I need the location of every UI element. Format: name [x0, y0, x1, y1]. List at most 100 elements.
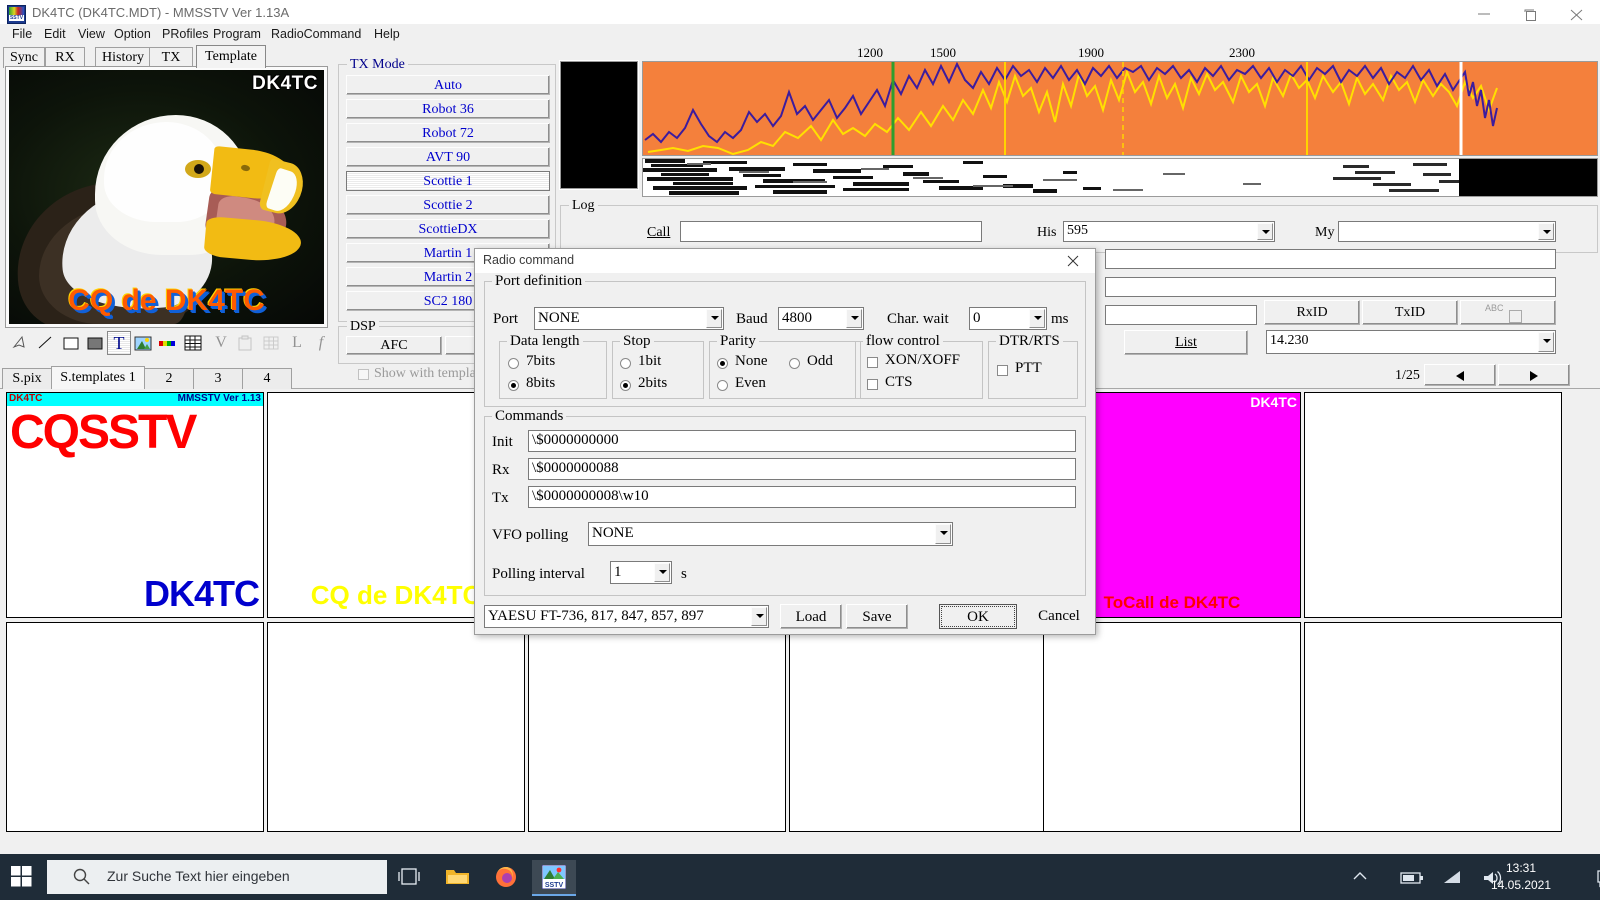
subtab-3[interactable]: 3: [193, 368, 243, 389]
ptt-checkbox[interactable]: [997, 365, 1008, 376]
show-with-template-checkbox[interactable]: [358, 369, 369, 380]
spectrum-display[interactable]: [642, 61, 1598, 156]
template-cell-6[interactable]: [1304, 392, 1562, 618]
template-cell-7[interactable]: [6, 622, 264, 832]
data-length-7bits-radio[interactable]: [508, 358, 519, 369]
text-icon[interactable]: T: [107, 331, 131, 355]
save-button[interactable]: Save: [846, 604, 908, 629]
txid-button[interactable]: TxID: [1362, 300, 1458, 325]
next-page-button[interactable]: [1498, 364, 1570, 386]
menu-profiles[interactable]: PRofiles: [156, 25, 215, 43]
tx-mode-robot72[interactable]: Robot 72: [346, 123, 550, 143]
log-note-1-input[interactable]: [1105, 249, 1556, 269]
template-cell-12[interactable]: [1304, 622, 1562, 832]
rectangle-outline-icon[interactable]: [59, 331, 83, 355]
rx-input[interactable]: \$0000000088: [528, 458, 1076, 480]
image-icon[interactable]: [131, 331, 155, 355]
chevron-down-icon[interactable]: [654, 563, 670, 582]
char-wait-combo[interactable]: 0: [969, 307, 1047, 330]
search-input[interactable]: Zur Suche Text hier eingeben: [47, 860, 387, 894]
template-cell-1[interactable]: DK4TC MMSSTV Ver 1.13 CQSSTV DK4TC: [6, 392, 264, 618]
chevron-down-icon[interactable]: [1538, 223, 1554, 240]
frequency-combo[interactable]: 14.230: [1266, 330, 1556, 354]
radio-command-dialog[interactable]: Radio command Port definition Port NONE …: [474, 248, 1096, 635]
cts-checkbox[interactable]: [867, 379, 878, 390]
cancel-button[interactable]: Cancel: [1023, 604, 1095, 629]
close-icon[interactable]: [1051, 249, 1095, 273]
xon-xoff-checkbox[interactable]: [867, 357, 878, 368]
baud-combo[interactable]: 4800: [778, 307, 864, 330]
log-note-2-input[interactable]: [1105, 277, 1556, 297]
task-view-icon[interactable]: [388, 860, 432, 894]
tx-input[interactable]: \$0000000008\w10: [528, 486, 1076, 508]
chevron-down-icon[interactable]: [1257, 223, 1273, 240]
file-explorer-icon[interactable]: [436, 860, 480, 894]
data-length-8bits-radio[interactable]: [508, 380, 519, 391]
tab-history[interactable]: History: [95, 47, 151, 68]
color-bar-icon[interactable]: [155, 331, 179, 355]
load-button[interactable]: Load: [780, 604, 842, 629]
stop-2bits-radio[interactable]: [620, 380, 631, 391]
preview-picture-panel[interactable]: DK4TC CQ de DK4TC: [5, 66, 328, 328]
windows-start-icon[interactable]: [0, 860, 44, 894]
pointer-icon[interactable]: [7, 331, 31, 355]
chevron-down-icon[interactable]: [751, 607, 767, 626]
log-note-3-input[interactable]: [1105, 305, 1257, 325]
chevron-down-icon[interactable]: [1538, 332, 1554, 352]
firefox-icon[interactable]: [484, 860, 528, 894]
tab-template[interactable]: Template: [196, 45, 266, 68]
dialog-title-bar: Radio command: [475, 249, 1095, 273]
line-icon[interactable]: [33, 331, 57, 355]
menu-option[interactable]: Option: [108, 25, 157, 43]
rectangle-filled-icon[interactable]: [83, 331, 107, 355]
tx-mode-robot36[interactable]: Robot 36: [346, 99, 550, 119]
my-combo[interactable]: [1338, 221, 1556, 242]
chevron-down-icon[interactable]: [846, 309, 862, 328]
template-cell-10[interactable]: [789, 622, 1047, 832]
tx-mode-scottie2[interactable]: Scottie 2: [346, 195, 550, 215]
menu-edit[interactable]: Edit: [38, 25, 72, 43]
tx-mode-avt90[interactable]: AVT 90: [346, 147, 550, 167]
init-input[interactable]: \$0000000000: [528, 430, 1076, 452]
subtab-4[interactable]: 4: [242, 368, 292, 389]
list-button[interactable]: List: [1124, 330, 1248, 355]
ok-button[interactable]: OK: [939, 604, 1017, 629]
chevron-down-icon[interactable]: [935, 524, 951, 544]
prev-page-button[interactable]: [1424, 364, 1496, 386]
menu-help[interactable]: Help: [368, 25, 406, 43]
taskbar-clock[interactable]: 13:31 14.05.2021: [1486, 860, 1556, 894]
tab-sync[interactable]: Sync: [3, 47, 45, 68]
waterfall-display[interactable]: [642, 158, 1598, 197]
menu-radiocommand[interactable]: RadioCommand: [265, 25, 367, 43]
rxid-button[interactable]: RxID: [1264, 300, 1360, 325]
template-cell-11[interactable]: [1043, 622, 1301, 832]
parity-even-radio[interactable]: [717, 380, 728, 391]
tx-mode-scottie1[interactable]: Scottie 1: [346, 171, 550, 191]
subtab-spix[interactable]: S.pix: [2, 368, 52, 389]
template-cell-8[interactable]: [267, 622, 525, 832]
chevron-down-icon[interactable]: [706, 309, 722, 328]
parity-odd-radio[interactable]: [789, 358, 800, 369]
grid-table-icon[interactable]: [181, 331, 205, 355]
stop-1bit-radio[interactable]: [620, 358, 631, 369]
chevron-down-icon[interactable]: [1029, 309, 1045, 328]
menu-view[interactable]: View: [72, 25, 111, 43]
tab-rx[interactable]: RX: [45, 47, 85, 68]
tab-tx[interactable]: TX: [149, 47, 193, 68]
parity-none-radio[interactable]: [717, 358, 728, 369]
menu-file[interactable]: File: [6, 25, 38, 43]
polling-interval-combo[interactable]: 1: [610, 561, 672, 584]
template-cell-9[interactable]: [528, 622, 786, 832]
tx-mode-scottiedx[interactable]: ScottieDX: [346, 219, 550, 239]
mmsstv-taskbar-icon[interactable]: SSTV: [532, 860, 576, 896]
afc-button[interactable]: AFC: [346, 336, 442, 355]
subtab-2[interactable]: 2: [144, 368, 194, 389]
menu-program[interactable]: Program: [207, 25, 267, 43]
port-combo[interactable]: NONE: [534, 307, 724, 330]
his-combo[interactable]: 595: [1063, 221, 1275, 242]
subtab-stemplates1[interactable]: S.templates 1: [51, 366, 145, 389]
call-input[interactable]: [680, 221, 982, 242]
radio-model-combo[interactable]: YAESU FT-736, 817, 847, 857, 897: [484, 605, 769, 628]
tx-mode-auto[interactable]: Auto: [346, 75, 550, 95]
vfo-polling-combo[interactable]: NONE: [588, 522, 953, 546]
